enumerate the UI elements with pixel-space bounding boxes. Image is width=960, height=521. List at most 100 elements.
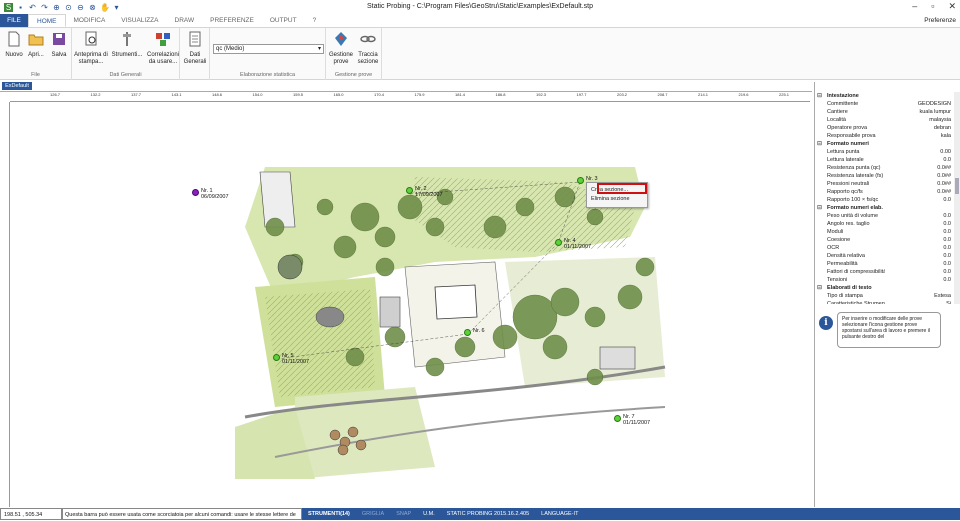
- property-value[interactable]: 0.0##: [885, 164, 955, 172]
- property-value[interactable]: 0.0: [885, 244, 955, 252]
- property-row[interactable]: Lettura laterale 0.0: [815, 156, 955, 164]
- property-value[interactable]: debran: [885, 124, 955, 132]
- property-row[interactable]: Committente GEODESIGN: [815, 100, 955, 108]
- property-value[interactable]: 0.0: [885, 268, 955, 276]
- property-value[interactable]: 0.0##: [885, 172, 955, 180]
- save-icon[interactable]: ▪: [16, 3, 25, 12]
- property-section[interactable]: Intestazione: [815, 92, 955, 100]
- property-value[interactable]: 0.0: [885, 260, 955, 268]
- property-row[interactable]: Pressioni neutrali 0.0##: [815, 180, 955, 188]
- gestione-prove-button[interactable]: Gestione prove: [328, 31, 354, 66]
- property-section[interactable]: Formato numeri: [815, 140, 955, 148]
- property-value[interactable]: 0.0: [885, 252, 955, 260]
- property-row[interactable]: Lettura punta 0.00: [815, 148, 955, 156]
- snap-toggle[interactable]: SNAP: [390, 508, 417, 520]
- property-row[interactable]: Tipo di stampa Estesa: [815, 292, 955, 300]
- property-row[interactable]: Angolo res. taglio 0.0: [815, 220, 955, 228]
- property-section[interactable]: Formato numeri elab.: [815, 204, 955, 212]
- tab-visualizza[interactable]: VISUALIZZA: [113, 14, 166, 27]
- property-row[interactable]: Peso unità di volume 0.0: [815, 212, 955, 220]
- property-row[interactable]: Fattori di compressibilità 0.0: [815, 268, 955, 276]
- command-input[interactable]: Questa barra può essere usata come scorc…: [62, 508, 302, 520]
- property-value[interactable]: 0.00: [885, 148, 955, 156]
- property-row[interactable]: Caratteristiche StrumentaliSi: [815, 300, 955, 304]
- customize-icon[interactable]: ▾: [112, 3, 121, 12]
- probe-marker[interactable]: [555, 239, 562, 246]
- property-grid[interactable]: IntestazioneCommittenteGEODESIGNCantiere…: [815, 92, 955, 304]
- property-value[interactable]: 0.0: [885, 228, 955, 236]
- app-logo-icon[interactable]: S: [4, 2, 13, 12]
- property-value[interactable]: 0.0: [885, 220, 955, 228]
- property-value[interactable]: Si: [885, 300, 955, 304]
- property-row[interactable]: Responsabile prova kala: [815, 132, 955, 140]
- maximize-icon[interactable]: ▫: [931, 1, 934, 12]
- property-section[interactable]: Elaborati di testo: [815, 284, 955, 292]
- correlazioni-button[interactable]: Correlazioni da usare...: [146, 31, 180, 66]
- property-value[interactable]: 0.0: [885, 212, 955, 220]
- nuovo-button[interactable]: Nuovo: [3, 31, 25, 59]
- minimize-icon[interactable]: –: [912, 1, 917, 12]
- property-value[interactable]: GEODESIGN: [885, 100, 955, 108]
- anteprima-button[interactable]: Anteprima di stampa...: [74, 31, 108, 66]
- zoom-window-icon[interactable]: ⊗: [88, 3, 97, 12]
- zoom-out-icon[interactable]: ⊖: [76, 3, 85, 12]
- zoom-extents-icon[interactable]: ⊙: [64, 3, 73, 12]
- strumenti-status[interactable]: STRUMENTI(14): [302, 508, 356, 520]
- property-row[interactable]: Rapporto 100 × fs/qc 0.0: [815, 196, 955, 204]
- strumenti-button[interactable]: Strumenti...: [110, 31, 144, 59]
- tab-draw[interactable]: DRAW: [167, 14, 203, 27]
- griglia-toggle[interactable]: GRIGLIA: [356, 508, 390, 520]
- tab-help[interactable]: ?: [305, 14, 325, 27]
- elimina-sezione-item[interactable]: Elimina sezione: [587, 195, 647, 204]
- property-value[interactable]: malaysia: [885, 116, 955, 124]
- property-value[interactable]: Estesa: [885, 292, 955, 300]
- zoom-in-icon[interactable]: ⊕: [52, 3, 61, 12]
- property-value[interactable]: 0.0: [885, 196, 955, 204]
- probe-marker[interactable]: [614, 415, 621, 422]
- property-row[interactable]: Resistenza laterale (fs) 0.0##: [815, 172, 955, 180]
- property-value[interactable]: 0.0: [885, 156, 955, 164]
- property-row[interactable]: Operatore prova debran: [815, 124, 955, 132]
- property-row[interactable]: Permeabilità 0.0: [815, 260, 955, 268]
- tab-preferenze[interactable]: PREFERENZE: [202, 14, 262, 27]
- redo-icon[interactable]: ↷: [40, 3, 49, 12]
- property-row[interactable]: Cantiere kuala lumpur: [815, 108, 955, 116]
- property-row[interactable]: Moduli 0.0: [815, 228, 955, 236]
- statistic-combo[interactable]: qc (Medio): [213, 44, 324, 54]
- scrollbar-thumb[interactable]: [955, 178, 959, 194]
- property-value[interactable]: 0.0: [885, 276, 955, 284]
- property-value[interactable]: kuala lumpur: [885, 108, 955, 116]
- property-value[interactable]: 0.0: [885, 236, 955, 244]
- property-row[interactable]: Rapporto qc/fs 0.0##: [815, 188, 955, 196]
- property-row[interactable]: Coesione 0.0: [815, 236, 955, 244]
- pan-icon[interactable]: ✋: [100, 3, 110, 12]
- property-row[interactable]: Tensioni 0.0: [815, 276, 955, 284]
- probe-marker[interactable]: [406, 187, 413, 194]
- properties-scrollbar[interactable]: [954, 92, 960, 304]
- probe-marker[interactable]: [273, 354, 280, 361]
- salva-button[interactable]: Salva: [48, 31, 70, 59]
- property-row[interactable]: Resistenza punta (qc) 0.0##: [815, 164, 955, 172]
- traccia-sezione-button[interactable]: Traccia sezione: [356, 31, 380, 66]
- um-button[interactable]: U.M.: [417, 508, 441, 520]
- property-row[interactable]: Densità relativa 0.0: [815, 252, 955, 260]
- property-value[interactable]: 0.0##: [885, 180, 955, 188]
- close-icon[interactable]: ✕: [948, 1, 956, 12]
- property-row[interactable]: Località malaysia: [815, 116, 955, 124]
- document-tab[interactable]: ExDefault: [2, 82, 32, 90]
- apri-button[interactable]: Apri...: [26, 31, 46, 59]
- probe-marker[interactable]: [192, 189, 199, 196]
- language-button[interactable]: LANGUAGE-IT: [535, 508, 584, 520]
- probe-marker[interactable]: [577, 177, 584, 184]
- undo-icon[interactable]: ↶: [28, 3, 37, 12]
- property-value[interactable]: 0.0##: [885, 188, 955, 196]
- dati-generali-button[interactable]: Dati Generali: [183, 31, 207, 66]
- tab-modifica[interactable]: MODIFICA: [66, 14, 114, 27]
- preferences-link[interactable]: Preferenze: [924, 17, 956, 24]
- drawing-canvas[interactable]: 126.7 132.2 137.7 143.1 148.6 154.0 159.5 165.0…: [0, 91, 812, 507]
- probe-marker[interactable]: [464, 329, 471, 336]
- tab-file[interactable]: FILE: [0, 14, 28, 27]
- property-value[interactable]: kala: [885, 132, 955, 140]
- tab-home[interactable]: HOME: [28, 14, 66, 27]
- property-row[interactable]: OCR 0.0: [815, 244, 955, 252]
